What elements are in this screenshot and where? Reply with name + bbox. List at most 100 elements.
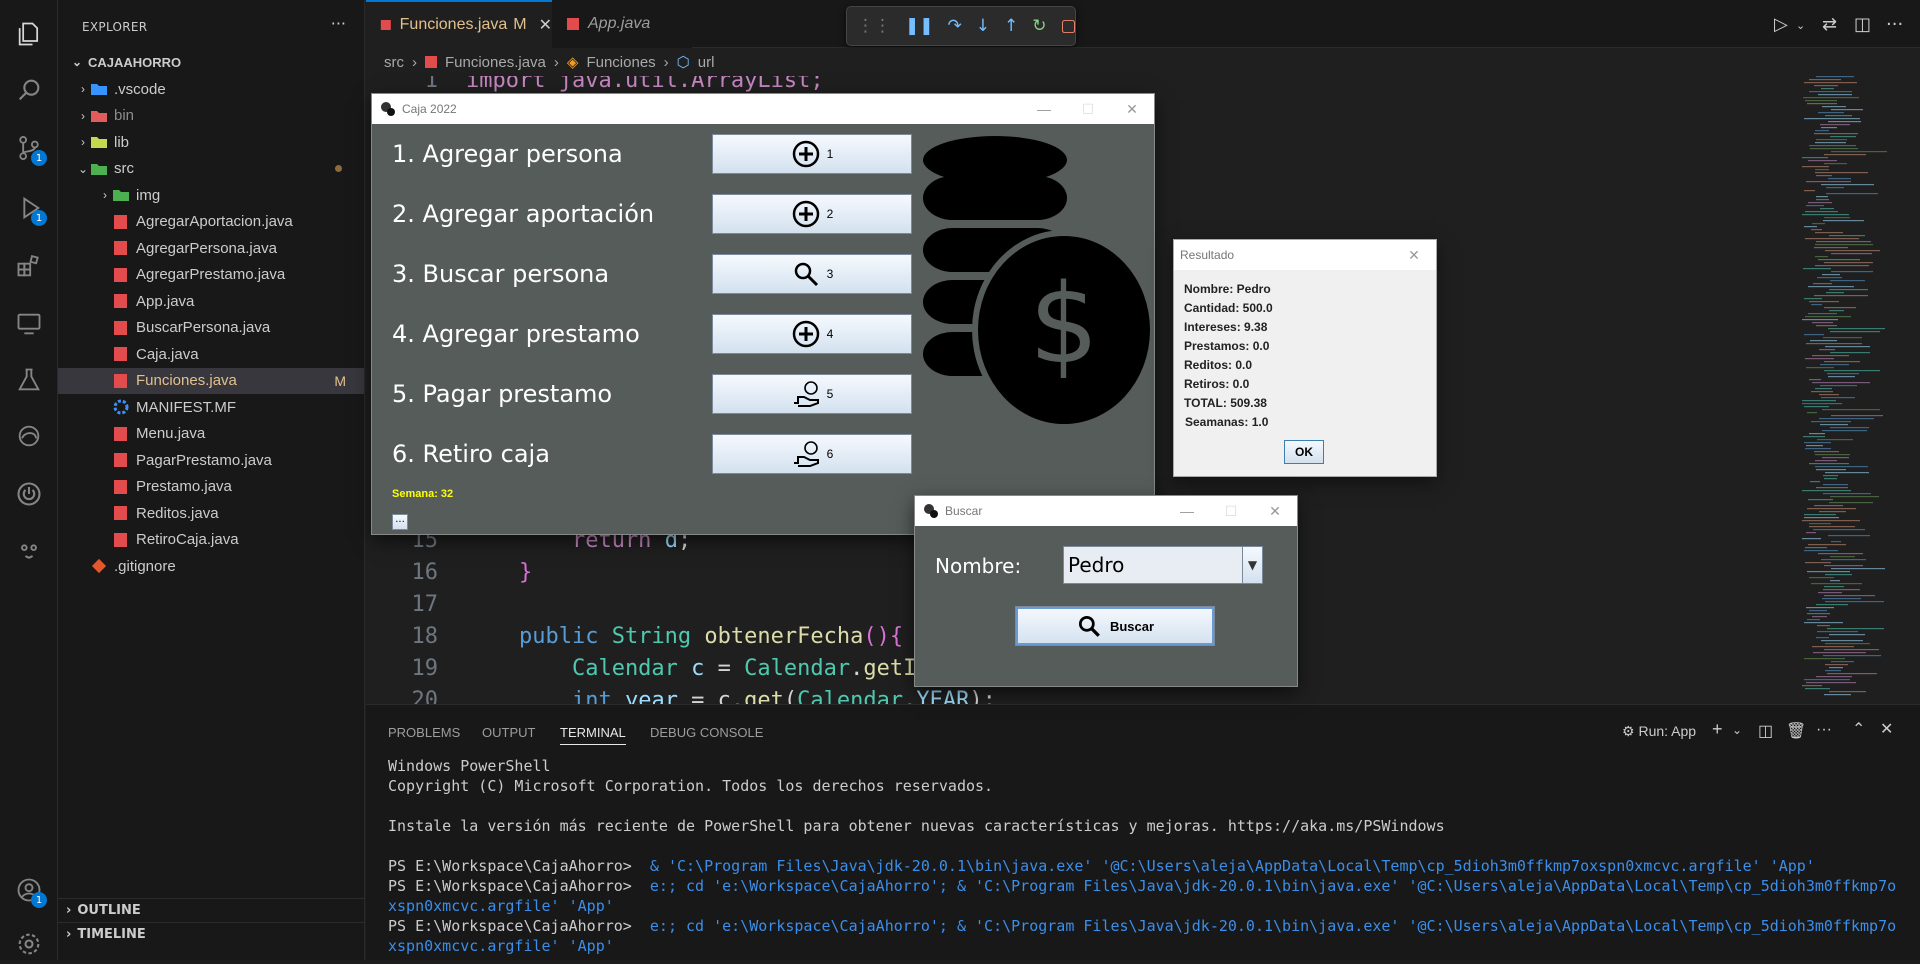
minimap-line bbox=[1807, 571, 1850, 573]
pause-icon[interactable]: ❚❚ bbox=[905, 16, 934, 36]
split-editor-icon[interactable]: ◫ bbox=[1854, 14, 1871, 35]
minimap-line bbox=[1821, 88, 1834, 90]
step-out-icon[interactable]: ↑ bbox=[1004, 16, 1018, 36]
minimize-icon[interactable]: — bbox=[1022, 94, 1066, 124]
java-file-icon bbox=[114, 241, 127, 255]
more-actions-icon[interactable]: ··· bbox=[1816, 721, 1832, 739]
minimap-line bbox=[1830, 496, 1879, 498]
trash-icon[interactable]: 🗑 bbox=[1786, 721, 1806, 741]
tree-item-src[interactable]: ⌄ src bbox=[58, 156, 364, 182]
dropdown-arrow-icon[interactable]: ▼ bbox=[1242, 547, 1262, 583]
tab-terminal[interactable]: TERMINAL bbox=[560, 725, 626, 745]
breadcrumb-symbol[interactable]: url bbox=[698, 54, 715, 71]
search-icon[interactable] bbox=[9, 70, 49, 110]
close-icon[interactable]: ✕ bbox=[1392, 240, 1436, 270]
tree-item-pagarprestamo-java[interactable]: PagarPrestamo.java bbox=[58, 447, 364, 473]
close-icon[interactable]: ✕ bbox=[1253, 496, 1297, 526]
tree-item-menu-java[interactable]: Menu.java bbox=[58, 421, 364, 447]
tree-item-buscarpersona-java[interactable]: BuscarPersona.java bbox=[58, 315, 364, 341]
maximize-icon[interactable]: ☐ bbox=[1209, 496, 1253, 526]
run-debug-icon[interactable]: 1 bbox=[9, 188, 49, 228]
tree-item-vscode[interactable]: › .vscode bbox=[58, 76, 364, 102]
tab-app-java[interactable]: App.java bbox=[552, 0, 692, 48]
menu-option-button-6[interactable]: 6 bbox=[712, 434, 912, 474]
chevron-down-icon[interactable]: ⌄ bbox=[1732, 723, 1742, 737]
ok-button[interactable]: OK bbox=[1284, 440, 1324, 464]
source-control-icon[interactable]: 1 bbox=[9, 128, 49, 168]
tree-item-manifest-mf[interactable]: MANIFEST.MF bbox=[58, 394, 364, 420]
minimap-line bbox=[1813, 652, 1866, 654]
outline-section[interactable]: › OUTLINE bbox=[58, 898, 364, 922]
tree-item-caja-java[interactable]: Caja.java bbox=[58, 341, 364, 367]
step-into-icon[interactable]: ↓ bbox=[976, 16, 990, 36]
minimap-line bbox=[1809, 301, 1839, 303]
power-icon[interactable] bbox=[9, 474, 49, 514]
tree-item-img[interactable]: › img bbox=[58, 182, 364, 208]
breadcrumb-class[interactable]: Funciones bbox=[586, 54, 655, 71]
tree-item-bin[interactable]: › bin bbox=[58, 103, 364, 129]
tab-debug-console[interactable]: DEBUG CONSOLE bbox=[650, 725, 763, 740]
minimap-line bbox=[1823, 655, 1881, 657]
remote-explorer-icon[interactable] bbox=[9, 304, 49, 344]
buscar-button[interactable]: Buscar bbox=[1015, 606, 1215, 646]
split-terminal-icon[interactable]: ◫ bbox=[1758, 721, 1773, 741]
edge-icon[interactable] bbox=[9, 416, 49, 456]
minimize-icon[interactable]: — bbox=[1165, 496, 1209, 526]
maximize-panel-icon[interactable]: ⌃ bbox=[1852, 719, 1865, 739]
tree-item-retirocaja-java[interactable]: RetiroCaja.java bbox=[58, 527, 364, 553]
close-panel-icon[interactable]: ✕ bbox=[1880, 719, 1893, 739]
terminal-run-selector[interactable]: ⚙ Run: App bbox=[1622, 723, 1696, 740]
menu-option-button-2[interactable]: 2 bbox=[712, 194, 912, 234]
minimap-line bbox=[1811, 229, 1822, 231]
menu-option-button-4[interactable]: 4 bbox=[712, 314, 912, 354]
maximize-icon[interactable]: ☐ bbox=[1066, 94, 1110, 124]
run-icon[interactable]: ▷ bbox=[1774, 14, 1788, 35]
tree-item-agregarpersona-java[interactable]: AgregarPersona.java bbox=[58, 235, 364, 261]
extensions-icon[interactable] bbox=[9, 246, 49, 286]
menu-option-button-1[interactable]: 1 bbox=[712, 134, 912, 174]
workspace-root[interactable]: ⌄ CAJAAHORRO bbox=[58, 49, 364, 75]
timeline-section[interactable]: › TIMELINE bbox=[58, 922, 364, 946]
minimap-line bbox=[1808, 160, 1837, 162]
copilot-icon[interactable] bbox=[9, 530, 49, 570]
run-dropdown-icon[interactable]: ⌄ bbox=[1796, 19, 1805, 32]
button-number: 3 bbox=[826, 267, 834, 281]
tab-output[interactable]: OUTPUT bbox=[482, 725, 535, 740]
tab-problems[interactable]: PROBLEMS bbox=[388, 725, 460, 740]
menu-option-button-5[interactable]: 5 bbox=[712, 374, 912, 414]
tree-item-agregarprestamo-java[interactable]: AgregarPrestamo.java bbox=[58, 262, 364, 288]
tree-item-funciones-java[interactable]: Funciones.java M bbox=[58, 367, 364, 394]
breadcrumb-file[interactable]: Funciones.java bbox=[445, 54, 546, 71]
testing-icon[interactable] bbox=[9, 360, 49, 400]
minimap[interactable] bbox=[1792, 76, 1920, 704]
restart-icon[interactable]: ↻ bbox=[1032, 16, 1046, 36]
tree-item-prestamo-java[interactable]: Prestamo.java bbox=[58, 474, 364, 500]
minimap-line bbox=[1819, 511, 1846, 513]
minimap-line bbox=[1829, 691, 1866, 693]
close-icon[interactable]: ✕ bbox=[1110, 94, 1154, 124]
stop-icon[interactable]: ▢ bbox=[1061, 16, 1077, 36]
step-over-icon[interactable]: ↷ bbox=[948, 16, 962, 36]
tab-funciones-java[interactable]: Funciones.java M ✕ bbox=[366, 0, 552, 48]
settings-gear-icon[interactable] bbox=[9, 924, 49, 964]
tree-item-reditos-java[interactable]: Reditos.java bbox=[58, 500, 364, 526]
more-actions-icon[interactable]: ··· bbox=[1886, 14, 1903, 35]
explorer-icon[interactable] bbox=[9, 14, 49, 54]
more-actions-icon[interactable]: ··· bbox=[331, 14, 346, 33]
close-tab-icon[interactable]: ✕ bbox=[539, 15, 552, 35]
breadcrumb-src[interactable]: src bbox=[384, 54, 404, 71]
tree-item-app-java[interactable]: App.java bbox=[58, 288, 364, 314]
tree-item-agregaraportacion-java[interactable]: AgregarAportacion.java bbox=[58, 209, 364, 235]
account-icon[interactable]: 1 bbox=[9, 870, 49, 910]
minimap-line bbox=[1817, 439, 1853, 441]
minimap-line bbox=[1815, 172, 1868, 174]
minimap-line bbox=[1806, 367, 1834, 369]
compare-icon[interactable]: ⇄ bbox=[1822, 14, 1837, 35]
nombre-combobox[interactable]: Pedro ▼ bbox=[1063, 546, 1263, 584]
tree-item-gitignore[interactable]: .gitignore bbox=[58, 553, 364, 579]
more-button[interactable]: ... bbox=[392, 514, 408, 530]
new-terminal-icon[interactable]: + bbox=[1712, 719, 1723, 740]
menu-option-button-3[interactable]: 3 bbox=[712, 254, 912, 294]
tree-item-lib[interactable]: › lib bbox=[58, 129, 364, 155]
drag-handle-icon[interactable]: ⋮⋮ bbox=[857, 16, 891, 36]
